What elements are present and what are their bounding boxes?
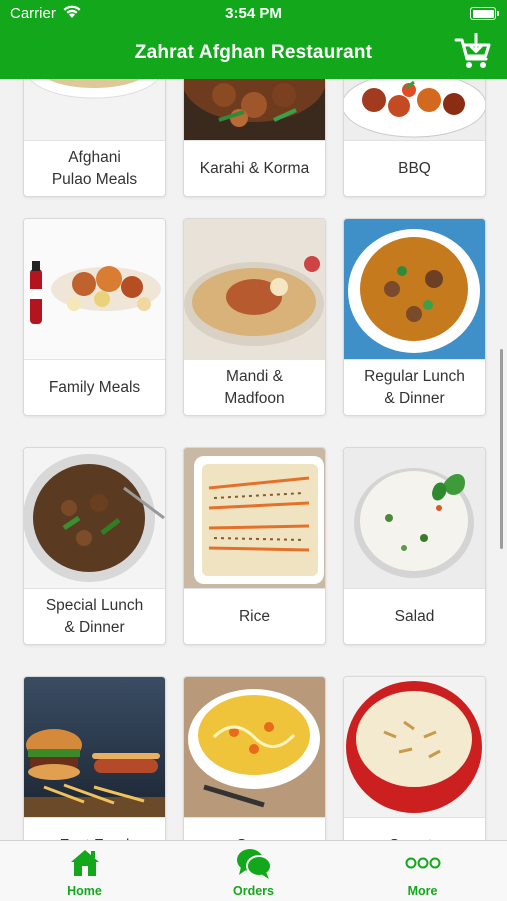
category-image [24,79,165,141]
category-card[interactable]: BBQ [343,79,486,197]
category-label: Special Lunch & Dinner [45,596,144,636]
category-card[interactable]: Afghani Pulao Meals [23,79,166,197]
category-label: Karahi & Korma [199,159,310,177]
cart-icon[interactable] [453,33,493,73]
chat-bubbles-icon [236,849,272,879]
status-time: 3:54 PM [225,5,282,22]
category-card[interactable]: Soup [183,676,326,840]
scrollbar[interactable] [500,349,503,549]
category-image [184,677,325,818]
tab-label: Home [67,884,102,898]
tab-more[interactable]: More [338,841,507,901]
category-card[interactable]: Salad [343,447,486,645]
category-card[interactable]: Sweets [343,676,486,840]
category-label: Mandi & Madfoon [224,367,285,407]
category-label: Sweets [348,818,481,841]
category-card[interactable]: Regular Lunch & Dinner [343,218,486,416]
category-label: Rice [238,607,270,625]
category-card[interactable]: Rice [183,447,326,645]
category-grid-scroll[interactable]: Afghani Pulao Meals Karahi & Korma BBQ F… [0,79,507,840]
tab-bar: Home Orders More [0,840,507,901]
category-image [184,448,325,589]
category-image [184,79,325,141]
category-card[interactable]: Special Lunch & Dinner [23,447,166,645]
page-title: Zahrat Afghan Restaurant [134,42,373,63]
category-image [344,448,485,589]
nav-bar: Zahrat Afghan Restaurant [0,30,507,79]
category-image [24,219,165,360]
status-bar: Carrier 3:54 PM [0,0,507,30]
home-icon [70,850,99,876]
category-image [344,677,485,818]
tab-home[interactable]: Home [0,841,169,901]
category-label: Fast Food [28,818,161,841]
tab-orders[interactable]: Orders [169,841,338,901]
category-image [24,448,165,589]
category-image [184,219,325,360]
category-label: BBQ [398,159,431,177]
category-image [344,79,485,141]
category-label: Salad [394,607,435,625]
category-image [344,219,485,360]
category-label: Soup [188,818,321,841]
category-card[interactable]: Fast Food [23,676,166,840]
tab-label: More [407,884,438,898]
category-card[interactable]: Mandi & Madfoon [183,218,326,416]
more-dots-icon [405,857,440,869]
category-card[interactable]: Family Meals [23,218,166,416]
battery-icon [470,7,499,20]
tab-label: Orders [233,884,274,898]
category-label: Regular Lunch & Dinner [364,367,465,407]
category-image [24,677,165,818]
category-label: Family Meals [48,378,141,396]
category-card[interactable]: Karahi & Korma [183,79,326,197]
category-label: Afghani Pulao Meals [51,148,138,188]
